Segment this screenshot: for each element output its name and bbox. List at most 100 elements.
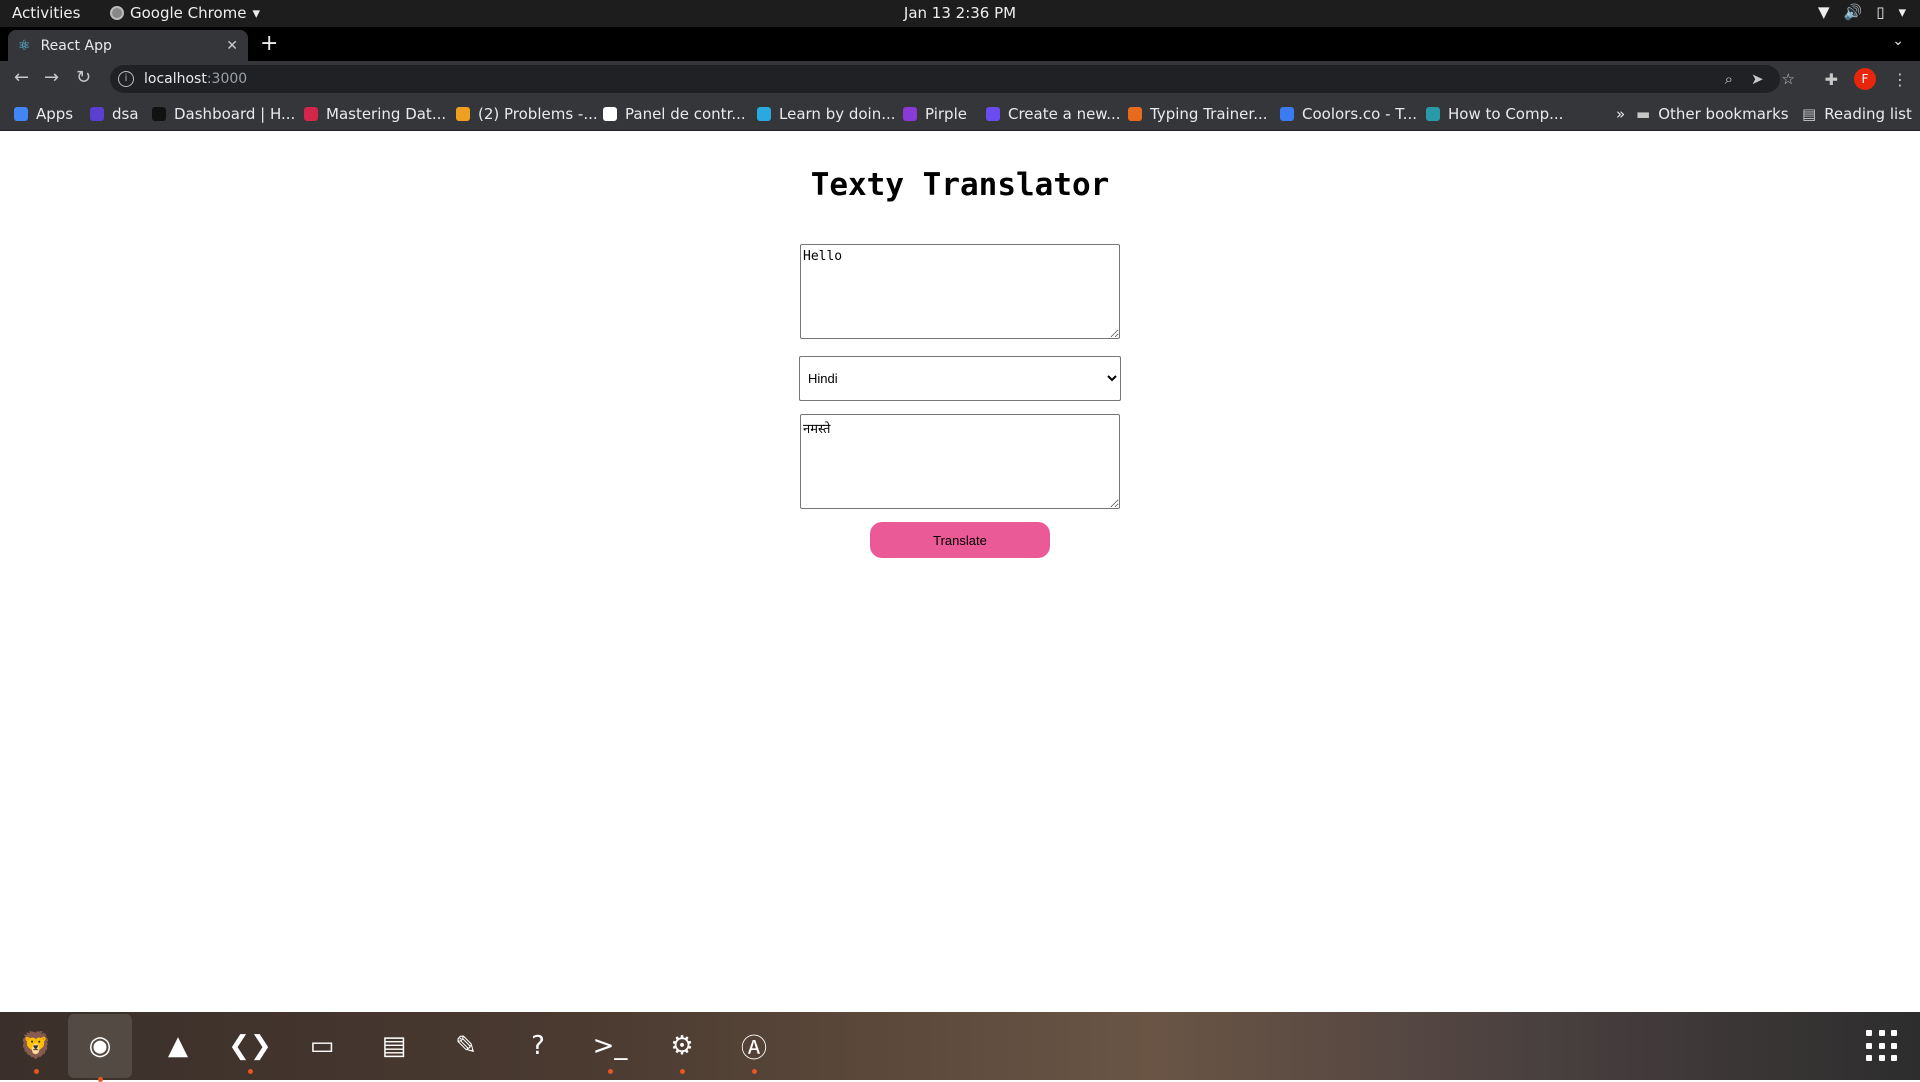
- bookmark-favicon-icon: [1128, 107, 1142, 121]
- brave-icon[interactable]: 🦁: [12, 1022, 60, 1074]
- other-bookmarks[interactable]: ▬ Other bookmarks: [1636, 105, 1789, 123]
- back-arrow-icon[interactable]: ←: [14, 67, 29, 88]
- bookmark-favicon-icon: [1426, 107, 1440, 121]
- bookmark-favicon-icon: [903, 107, 917, 121]
- address-bar[interactable]: i localhost:3000: [110, 65, 1780, 93]
- language-select[interactable]: Hindi: [799, 356, 1121, 401]
- bookmark-label: Apps: [36, 105, 74, 123]
- bookmark-item[interactable]: Learn by doin...: [757, 105, 896, 123]
- zoom-icon[interactable]: ⌕: [1725, 70, 1733, 88]
- bookmark-label: Mastering Dat...: [326, 105, 447, 123]
- bookmark-label: How to Comp...: [1448, 105, 1564, 123]
- reading-list-icon: ▤: [1802, 105, 1817, 123]
- volume-icon: 🔊: [1843, 3, 1863, 21]
- files-icon[interactable]: ▭: [298, 1022, 346, 1070]
- bookmark-item[interactable]: (2) Problems -...: [456, 105, 598, 123]
- bookmark-label: Pirple: [925, 105, 967, 123]
- vlc-icon[interactable]: ▲: [154, 1022, 202, 1070]
- terminal-icon[interactable]: >_: [586, 1022, 634, 1074]
- chrome-icon[interactable]: ◉: [68, 1014, 132, 1082]
- bookmark-label: Typing Trainer...: [1150, 105, 1268, 123]
- bookmark-star-icon[interactable]: ☆: [1782, 70, 1795, 88]
- ubuntu-dock: 🦁 ◉ ▲ ❮❯ ▭ ▤ ✎? >_ ⚙ Ⓐ: [0, 1012, 1920, 1082]
- software-icon[interactable]: Ⓐ: [730, 1022, 778, 1074]
- profile-avatar[interactable]: F: [1854, 68, 1876, 90]
- bookmark-label: Learn by doin...: [779, 105, 896, 123]
- page-viewport: Texty Translator Hindi Translate: [0, 131, 1920, 1012]
- omnibox-actions: ⌕ ➤ ☆: [1725, 70, 1795, 88]
- running-indicator: [248, 1069, 253, 1074]
- bookmark-item[interactable]: Coolors.co - T...: [1280, 105, 1417, 123]
- url-host: localhost: [144, 71, 207, 87]
- url-port: :3000: [206, 71, 248, 87]
- bookmark-favicon-icon: [90, 107, 104, 121]
- extensions-puzzle-icon[interactable]: ✚: [1825, 70, 1838, 89]
- bookmark-favicon-icon: [1280, 107, 1294, 121]
- source-text-input[interactable]: [800, 244, 1120, 339]
- bookmark-item[interactable]: How to Comp...: [1426, 105, 1563, 123]
- reload-icon[interactable]: ↻: [76, 67, 91, 88]
- tab-search-chevron-icon[interactable]: ⌄: [1892, 33, 1904, 49]
- bookmark-item[interactable]: Mastering Dat...: [304, 105, 446, 123]
- activities-button[interactable]: Activities: [12, 4, 80, 22]
- bookmark-favicon-icon: [14, 107, 28, 121]
- chevron-down-icon: ▾: [1898, 3, 1906, 21]
- text-editor-icon[interactable]: ✎: [442, 1022, 490, 1070]
- bookmark-favicon-icon: [757, 107, 771, 121]
- app-menu-label: Google Chrome: [130, 4, 247, 22]
- reading-list-label: Reading list: [1824, 105, 1912, 123]
- bookmark-label: Dashboard | H...: [174, 105, 296, 123]
- bookmark-item[interactable]: Dashboard | H...: [152, 105, 295, 123]
- browser-toolbar: ← → ↻ i localhost:3000 ⌕ ➤ ☆ ✚ F ⋮: [0, 61, 1920, 97]
- send-icon[interactable]: ➤: [1751, 70, 1764, 88]
- bookmark-favicon-icon: [456, 107, 470, 121]
- bookmark-item[interactable]: dsa: [90, 105, 139, 123]
- bookmark-label: (2) Problems -...: [478, 105, 598, 123]
- new-tab-plus-icon[interactable]: +: [260, 31, 278, 56]
- help-icon[interactable]: ?: [514, 1022, 562, 1070]
- forward-arrow-icon[interactable]: →: [44, 67, 59, 88]
- caret-down-icon: ▾: [252, 4, 261, 22]
- site-info-icon[interactable]: i: [118, 71, 134, 87]
- running-indicator: [752, 1069, 757, 1074]
- tab-title: React App: [40, 37, 112, 54]
- bookmark-favicon-icon: [603, 107, 617, 121]
- bookmark-item[interactable]: Create a new...: [986, 105, 1121, 123]
- bookmark-item[interactable]: Pirple: [903, 105, 967, 123]
- chrome-small-icon: [110, 6, 124, 20]
- vscode-icon[interactable]: ❮❯: [226, 1022, 274, 1074]
- battery-icon: ▯: [1876, 3, 1885, 21]
- bookmark-item[interactable]: Typing Trainer...: [1128, 105, 1268, 123]
- other-bookmarks-label: Other bookmarks: [1658, 105, 1789, 123]
- settings-icon[interactable]: ⚙: [658, 1022, 706, 1074]
- show-applications-icon[interactable]: [1866, 1030, 1898, 1062]
- wifi-icon: ▼: [1817, 3, 1830, 21]
- writer-icon[interactable]: ▤: [370, 1022, 418, 1070]
- bookmark-favicon-icon: [304, 107, 318, 121]
- bookmark-label: dsa: [112, 105, 139, 123]
- system-top-bar: Activities Google Chrome ▾ Jan 13 2:36 P…: [0, 0, 1920, 27]
- running-indicator: [680, 1069, 685, 1074]
- close-tab-icon[interactable]: ✕: [226, 38, 238, 54]
- bookmark-item[interactable]: Panel de contr...: [603, 105, 746, 123]
- bookmarks-overflow-icon[interactable]: »: [1616, 105, 1625, 123]
- tab-strip: ⚛ React App ✕: [0, 27, 1920, 61]
- folder-icon: ▬: [1636, 105, 1651, 123]
- app-menu[interactable]: Google Chrome ▾: [110, 4, 260, 22]
- bookmark-label: Create a new...: [1008, 105, 1121, 123]
- page-title: Texty Translator: [810, 167, 1110, 203]
- running-indicator: [34, 1069, 39, 1074]
- bookmark-label: Panel de contr...: [625, 105, 746, 123]
- toolbar-right: ✚ F ⋮: [1825, 68, 1908, 90]
- running-indicator: [608, 1069, 613, 1074]
- tab-react-app[interactable]: ⚛ React App ✕: [8, 30, 248, 61]
- system-tray[interactable]: ▼ 🔊 ▯ ▾: [1818, 3, 1906, 21]
- reading-list[interactable]: ▤ Reading list: [1802, 105, 1912, 123]
- bookmark-item[interactable]: Apps: [14, 105, 73, 123]
- bookmarks-bar: » ▬ Other bookmarks ▤ Reading list Apps d…: [0, 97, 1920, 131]
- bookmark-favicon-icon: [152, 107, 166, 121]
- translated-text-output[interactable]: [800, 414, 1120, 509]
- menu-kebab-icon[interactable]: ⋮: [1892, 70, 1908, 89]
- clock[interactable]: Jan 13 2:36 PM: [0, 4, 1920, 22]
- translate-button[interactable]: Translate: [870, 522, 1050, 558]
